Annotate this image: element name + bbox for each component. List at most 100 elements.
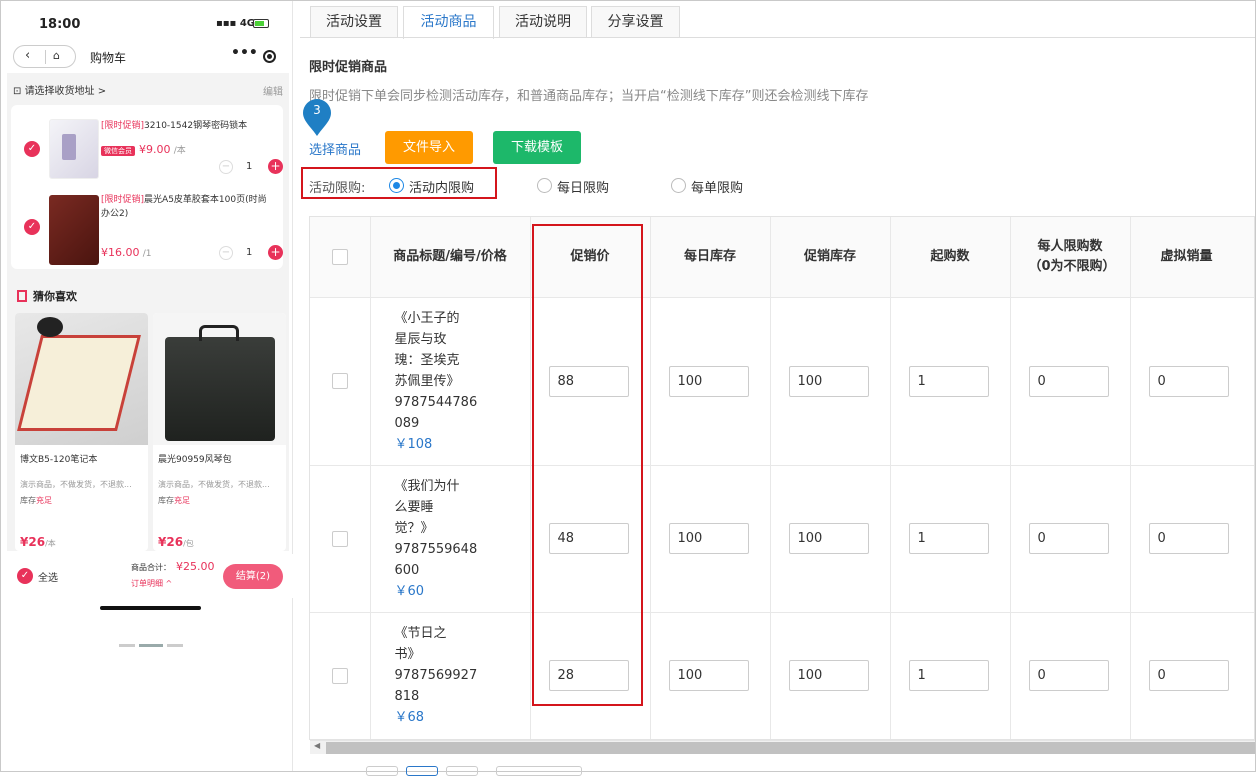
per-person-limit-input[interactable]: 0 [1028, 660, 1109, 691]
decrease-qty-button[interactable]: − [219, 160, 233, 174]
row-checkbox-cell[interactable] [310, 465, 371, 613]
header-daily-stock: 每日库存 [650, 217, 771, 298]
recommend-card[interactable]: 晨光90959风琴包 演示商品，不做发货，不退款... 库存充足 ¥26/包 [153, 313, 286, 551]
edit-link[interactable]: 编辑 [263, 83, 283, 98]
cart-item: ✓ [限时促销]晨光A5皮革胶套本100页(时尚办公2) ¥16.00 /1 −… [11, 187, 283, 269]
select-all-checkbox[interactable]: ✓ [17, 568, 33, 584]
total-value: ¥25.00 [176, 560, 215, 573]
location-icon: ⊡ [13, 86, 25, 97]
mini-nav-bar: ‹ ⌂ 购物车 ••• [1, 41, 293, 71]
nav-capsule-left: ‹ ⌂ [13, 45, 76, 68]
product-thumbnail [49, 119, 99, 179]
prev-page-button[interactable] [366, 766, 398, 776]
cart-item-price: 微信会员 ¥9.00 /本 [101, 143, 186, 156]
promo-price-highlight-box [532, 224, 643, 706]
recommend-card[interactable]: 博文B5-120笔记本 演示商品，不做发货，不退款... 库存充足 ¥26/本 [15, 313, 148, 551]
product-price: ¥26/包 [158, 535, 194, 549]
scrollbar-thumb[interactable] [326, 742, 1255, 754]
goods-table-container: 商品标题/编号/价格 促销价 每日库存 促销库存 起购数 每人限购数（0为不限购… [309, 216, 1255, 740]
product-price: ￥68 [394, 710, 425, 725]
pagination [366, 766, 586, 776]
page-indicator [119, 632, 187, 651]
close-mini-program-icon[interactable] [263, 50, 276, 63]
limit-radio-per-order[interactable] [671, 178, 686, 193]
header-min-purchase: 起购数 [890, 217, 1011, 298]
product-info-cell: 《节日之 书》 9787569927 818 ￥68 [370, 612, 531, 739]
address-text: 请选择收货地址 > [24, 86, 107, 97]
limit-option-per-order[interactable]: 每单限购 [691, 177, 743, 196]
more-icon[interactable]: ••• [231, 45, 258, 61]
virtual-sales-input[interactable]: 0 [1148, 523, 1229, 554]
tab-activity-settings[interactable]: 活动设置 [310, 6, 398, 38]
limit-option-daily[interactable]: 每日限购 [557, 177, 609, 196]
item-checkbox[interactable]: ✓ [24, 219, 40, 235]
product-desc: 演示商品，不做发货，不退款... [158, 480, 270, 489]
limit-label: 活动限购: [309, 181, 366, 196]
increase-qty-button[interactable]: + [268, 245, 283, 260]
limit-radio-daily[interactable] [537, 178, 552, 193]
product-info-cell: 《我们为什 么要睡 觉？》 9787559648 600 ￥60 [370, 465, 531, 613]
daily-stock-input[interactable]: 100 [668, 523, 749, 554]
header-virtual-sales: 虚拟销量 [1130, 217, 1254, 298]
limit-radio-activity[interactable] [389, 178, 404, 193]
checkout-button[interactable]: 结算(2) [223, 564, 283, 589]
header-select-all[interactable] [310, 217, 371, 298]
table-row: 《节日之 书》 9787569927 818 ￥68 28 100 100 1 0 0 [310, 612, 1254, 739]
per-person-limit-input[interactable]: 0 [1028, 523, 1109, 554]
min-purchase-input[interactable]: 1 [908, 365, 989, 397]
next-page-button[interactable] [446, 766, 478, 776]
select-goods-link[interactable]: 选择商品 [309, 139, 361, 158]
cart-item-name: [限时促销]3210-1542钢琴密码锁本 [101, 121, 248, 131]
battery-icon [253, 19, 269, 28]
daily-stock-input[interactable]: 100 [668, 660, 749, 691]
decrease-qty-button[interactable]: − [219, 246, 233, 260]
home-icon[interactable]: ⌂ [53, 49, 60, 62]
product-thumbnail [49, 195, 99, 265]
horizontal-scrollbar[interactable]: ◀ [310, 740, 1255, 754]
product-price: ¥26/本 [20, 535, 56, 549]
nav-title: 购物车 [90, 51, 127, 65]
header-title: 商品标题/编号/价格 [370, 217, 531, 298]
cart-footer: ✓ 全选 商品合计： ¥25.00 订单明细 ^ 结算(2) [1, 554, 293, 598]
status-bar: 18:00 ▪▪▪ 4G [1, 1, 293, 39]
cart-card: ✓ [限时促销]3210-1542钢琴密码锁本 微信会员 ¥9.00 /本 − 1… [11, 105, 283, 269]
item-quantity: 1 [246, 247, 253, 258]
order-detail-link[interactable]: 订单明细 ^ [131, 578, 172, 589]
address-selector[interactable]: ⊡ 请选择收货地址 > [13, 82, 106, 97]
per-person-limit-input[interactable]: 0 [1028, 365, 1109, 397]
product-name: 博文B5-120笔记本 [20, 455, 98, 465]
scroll-left-icon[interactable]: ◀ [314, 741, 320, 750]
daily-stock-input[interactable]: 100 [668, 365, 749, 397]
tab-activity-description[interactable]: 活动说明 [499, 6, 587, 38]
product-name: 晨光90959风琴包 [158, 455, 232, 465]
min-purchase-input[interactable]: 1 [908, 660, 989, 691]
table-header-row: 商品标题/编号/价格 促销价 每日库存 促销库存 起购数 每人限购数（0为不限购… [310, 217, 1254, 298]
stock-status: 库存充足 [158, 496, 190, 505]
item-quantity: 1 [246, 161, 253, 172]
row-checkbox-cell[interactable] [310, 612, 371, 739]
page-size-select[interactable] [496, 766, 582, 776]
virtual-sales-input[interactable]: 0 [1148, 660, 1229, 691]
current-page-button[interactable] [406, 766, 438, 776]
limit-option-activity[interactable]: 活动内限购 [409, 177, 474, 196]
increase-qty-button[interactable]: + [268, 159, 283, 174]
tab-activity-goods[interactable]: 活动商品 [403, 6, 494, 39]
product-info-cell: 《小王子的 星辰与玫 瑰：圣埃克 苏佩里传》 9787544786 089 ￥108 [370, 297, 531, 466]
product-price: ￥60 [394, 583, 425, 599]
promo-stock-input[interactable]: 100 [788, 365, 869, 397]
phone-preview: 18:00 ▪▪▪ 4G ‹ ⌂ 购物车 ••• ⊡ 请选择收货地址 > 编辑 … [1, 1, 293, 771]
product-desc: 演示商品，不做发货，不退款... [20, 480, 132, 489]
stock-status: 库存充足 [20, 496, 52, 505]
file-import-button[interactable]: 文件导入 [385, 131, 473, 164]
header-promo-stock: 促销库存 [770, 217, 891, 298]
virtual-sales-input[interactable]: 0 [1148, 365, 1229, 397]
back-icon[interactable]: ‹ [25, 48, 30, 63]
download-template-button[interactable]: 下载模板 [493, 131, 581, 164]
min-purchase-input[interactable]: 1 [908, 523, 989, 554]
row-checkbox-cell[interactable] [310, 297, 371, 466]
goods-table: 商品标题/编号/价格 促销价 每日库存 促销库存 起购数 每人限购数（0为不限购… [310, 217, 1254, 739]
tab-share-settings[interactable]: 分享设置 [591, 6, 680, 38]
promo-stock-input[interactable]: 100 [788, 523, 869, 554]
item-checkbox[interactable]: ✓ [24, 141, 40, 157]
promo-stock-input[interactable]: 100 [788, 660, 869, 691]
